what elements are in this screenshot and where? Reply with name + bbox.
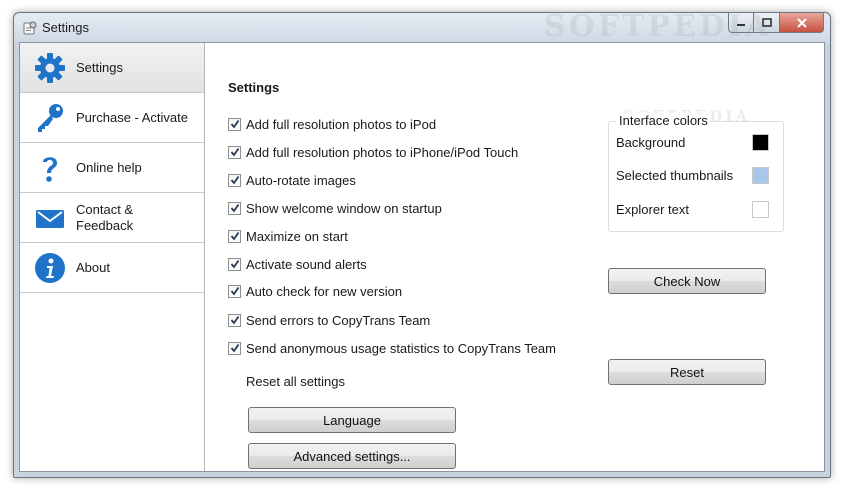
checkbox[interactable] xyxy=(228,173,241,187)
minimize-icon xyxy=(737,23,745,26)
question-mark-icon xyxy=(43,157,57,182)
reset-all-settings-label: Reset all settings xyxy=(246,374,345,389)
checkbox[interactable] xyxy=(228,117,241,131)
option-label: Send errors to CopyTrans Team xyxy=(246,312,431,328)
checkmark-icon xyxy=(230,119,239,129)
sidebar-item-purchase-activate[interactable]: Purchase - Activate xyxy=(20,93,204,143)
reset-button[interactable]: Reset xyxy=(608,359,766,385)
gear-icon xyxy=(35,53,65,83)
option-full-res-ipod[interactable]: Add full resolution photos to iPod xyxy=(228,115,436,133)
checkmark-icon xyxy=(230,315,239,325)
background-color-label: Background xyxy=(616,135,686,150)
option-label: Add full resolution photos to iPod xyxy=(246,116,437,132)
checkmark-icon xyxy=(230,259,239,269)
check-now-button[interactable]: Check Now xyxy=(608,268,766,294)
checkmark-icon xyxy=(230,175,239,185)
minimize-button[interactable] xyxy=(728,13,754,33)
sidebar-item-settings[interactable]: Settings xyxy=(20,43,204,93)
sidebar-item-label: Contact & Feedback xyxy=(76,201,134,233)
checkmark-icon xyxy=(230,286,239,296)
option-label: Activate sound alerts xyxy=(246,256,367,272)
sidebar-item-label: Purchase - Activate xyxy=(76,109,188,125)
section-title: Settings xyxy=(228,80,280,95)
selected-thumbnails-color-swatch[interactable] xyxy=(752,167,769,184)
interface-colors-title: Interface colors xyxy=(616,113,711,128)
option-label: Send anonymous usage statistics to CopyT… xyxy=(246,340,556,356)
settings-panel: Settings Add full resolution photos to i… xyxy=(206,43,824,471)
checkbox[interactable] xyxy=(228,201,241,215)
maximize-icon xyxy=(761,18,772,27)
option-auto-rotate[interactable]: Auto-rotate images xyxy=(228,171,356,189)
sidebar-item-label: Settings xyxy=(76,59,123,75)
option-label: Maximize on start xyxy=(246,228,348,244)
advanced-settings-button[interactable]: Advanced settings... xyxy=(248,443,456,469)
option-auto-check-version[interactable]: Auto check for new version xyxy=(228,282,402,300)
language-button[interactable]: Language xyxy=(248,407,456,433)
envelope-icon xyxy=(36,210,64,228)
option-label: Show welcome window on startup xyxy=(246,200,442,216)
sidebar: Settings Purchase - Activate Online help xyxy=(20,43,205,471)
explorer-text-color-label: Explorer text xyxy=(616,202,689,217)
background-color-swatch[interactable] xyxy=(752,134,769,151)
close-icon xyxy=(796,17,807,28)
option-full-res-iphone[interactable]: Add full resolution photos to iPhone/iPo… xyxy=(228,143,518,161)
settings-window: Settings SOFTPEDIA SOFTPEDIA xyxy=(13,9,831,478)
close-button[interactable] xyxy=(780,13,824,33)
option-send-errors[interactable]: Send errors to CopyTrans Team xyxy=(228,311,430,329)
title-bar[interactable]: Settings xyxy=(14,13,830,43)
checkbox[interactable] xyxy=(228,257,241,271)
checkbox[interactable] xyxy=(228,284,241,298)
option-label: Auto-rotate images xyxy=(246,172,356,188)
checkmark-icon xyxy=(230,231,239,241)
key-icon xyxy=(38,104,63,132)
client-area: SOFTPEDIA SOFTPEDIA xyxy=(19,9,825,472)
option-label: Auto check for new version xyxy=(246,283,403,299)
window-title: Settings xyxy=(42,20,89,35)
option-welcome-window[interactable]: Show welcome window on startup xyxy=(228,199,442,217)
checkbox[interactable] xyxy=(228,145,241,159)
checkbox[interactable] xyxy=(228,229,241,243)
maximize-button[interactable] xyxy=(754,13,780,33)
option-maximize-on-start[interactable]: Maximize on start xyxy=(228,227,348,245)
selected-thumbnails-color-label: Selected thumbnails xyxy=(616,168,734,183)
option-label: Add full resolution photos to iPhone/iPo… xyxy=(246,144,519,160)
option-sound-alerts[interactable]: Activate sound alerts xyxy=(228,255,367,273)
sidebar-item-contact-feedback[interactable]: Contact & Feedback xyxy=(20,193,204,243)
checkbox[interactable] xyxy=(228,341,241,355)
checkmark-icon xyxy=(230,203,239,213)
info-icon xyxy=(35,253,65,283)
option-usage-statistics[interactable]: Send anonymous usage statistics to CopyT… xyxy=(228,339,556,357)
interface-colors-group: Interface colors Background Selected thu… xyxy=(608,113,784,232)
checkbox[interactable] xyxy=(228,313,241,327)
explorer-text-color-swatch[interactable] xyxy=(752,201,769,218)
checkmark-icon xyxy=(230,147,239,157)
sidebar-item-about[interactable]: About xyxy=(20,243,204,293)
sidebar-item-label: About xyxy=(76,259,110,275)
sidebar-item-label: Online help xyxy=(76,159,142,175)
app-icon xyxy=(23,21,37,35)
checkmark-icon xyxy=(230,343,239,353)
sidebar-item-online-help[interactable]: Online help xyxy=(20,143,204,193)
